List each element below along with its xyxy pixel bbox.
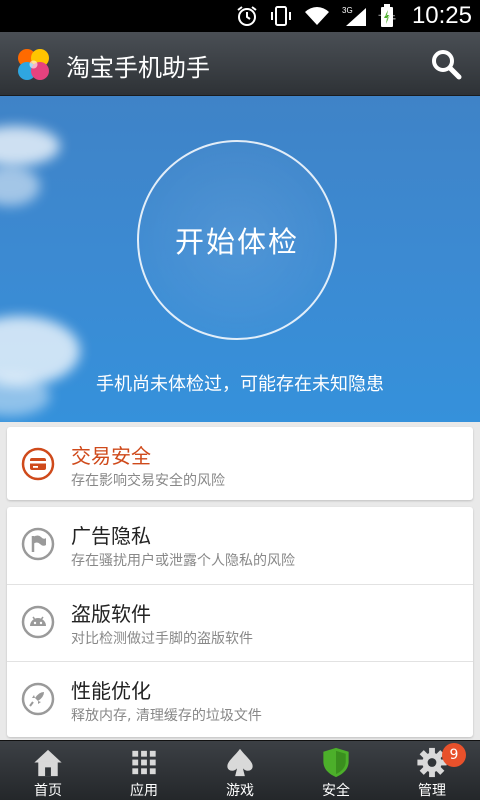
list-item-ad-privacy[interactable]: 广告隐私 存在骚扰用户或泄露个人隐私的风险 [7,507,473,584]
nav-security[interactable]: 安全 [288,741,384,800]
nav-label: 首页 [34,783,62,799]
list-item-title: 广告隐私 [71,524,151,548]
rocket-icon [21,682,55,716]
status-bar: 3G 下午 10:25 [0,0,480,32]
security-card-primary: 交易安全 存在影响交易安全的风险 [7,427,473,500]
list-item-subtitle: 释放内存, 清理缓存的垃圾文件 [71,708,262,724]
flag-icon [21,527,55,561]
list-item-title: 交易安全 [71,444,151,468]
nav-manage[interactable]: 管理 9 [384,741,480,800]
clover-logo-icon [18,49,49,80]
nav-label: 管理 [418,783,446,799]
security-card-list: 广告隐私 存在骚扰用户或泄露个人隐私的风险 盗版软件 对比检测做过手脚的盗版软件… [7,507,473,737]
list-item-subtitle: 对比检测做过手脚的盗版软件 [71,631,253,647]
spade-icon [227,748,253,777]
signal-icon: 3G [342,6,366,26]
search-icon[interactable] [428,46,464,82]
network-type: 3G [342,6,353,15]
list-item-trade-security[interactable]: 交易安全 存在影响交易安全的风险 [7,427,473,500]
checkup-hero: 开始体检 手机尚未体检过，可能存在未知隐患 [0,96,480,422]
status-icons: 3G [236,4,394,28]
start-checkup-label: 开始体检 [174,225,299,259]
bottom-nav: 首页 应用 游戏 安全 管理 9 [0,740,480,800]
nav-label: 安全 [322,783,350,799]
notification-badge: 9 [442,743,466,767]
status-time: 10:25 [411,2,472,29]
shield-icon [323,747,349,778]
list-item-title: 性能优化 [71,679,151,703]
wifi-icon [305,7,329,25]
card-icon [21,447,55,481]
alarm-icon [237,6,257,26]
grid-icon [132,750,156,775]
vibrate-icon [271,6,291,26]
nav-apps[interactable]: 应用 [96,741,192,800]
nav-home[interactable]: 首页 [0,741,96,800]
list-item-pirated-software[interactable]: 盗版软件 对比检测做过手脚的盗版软件 [7,584,473,661]
list-item-subtitle: 存在影响交易安全的风险 [71,473,225,489]
nav-games[interactable]: 游戏 [192,741,288,800]
nav-label: 游戏 [226,783,254,799]
android-icon [21,605,55,639]
list-item-title: 盗版软件 [71,602,151,626]
list-item-subtitle: 存在骚扰用户或泄露个人隐私的风险 [71,553,295,569]
home-icon [34,749,62,777]
status-ampm: 下午 [377,15,396,25]
cloud-decoration [0,126,60,166]
start-checkup-button[interactable]: 开始体检 [137,140,337,340]
list-item-performance[interactable]: 性能优化 释放内存, 清理缓存的垃圾文件 [7,661,473,738]
checkup-status-text: 手机尚未体检过，可能存在未知隐患 [96,374,384,395]
app-title: 淘宝手机助手 [66,54,210,82]
nav-label: 应用 [130,783,158,799]
app-header: 淘宝手机助手 [0,32,480,96]
cloud-decoration [0,166,40,206]
